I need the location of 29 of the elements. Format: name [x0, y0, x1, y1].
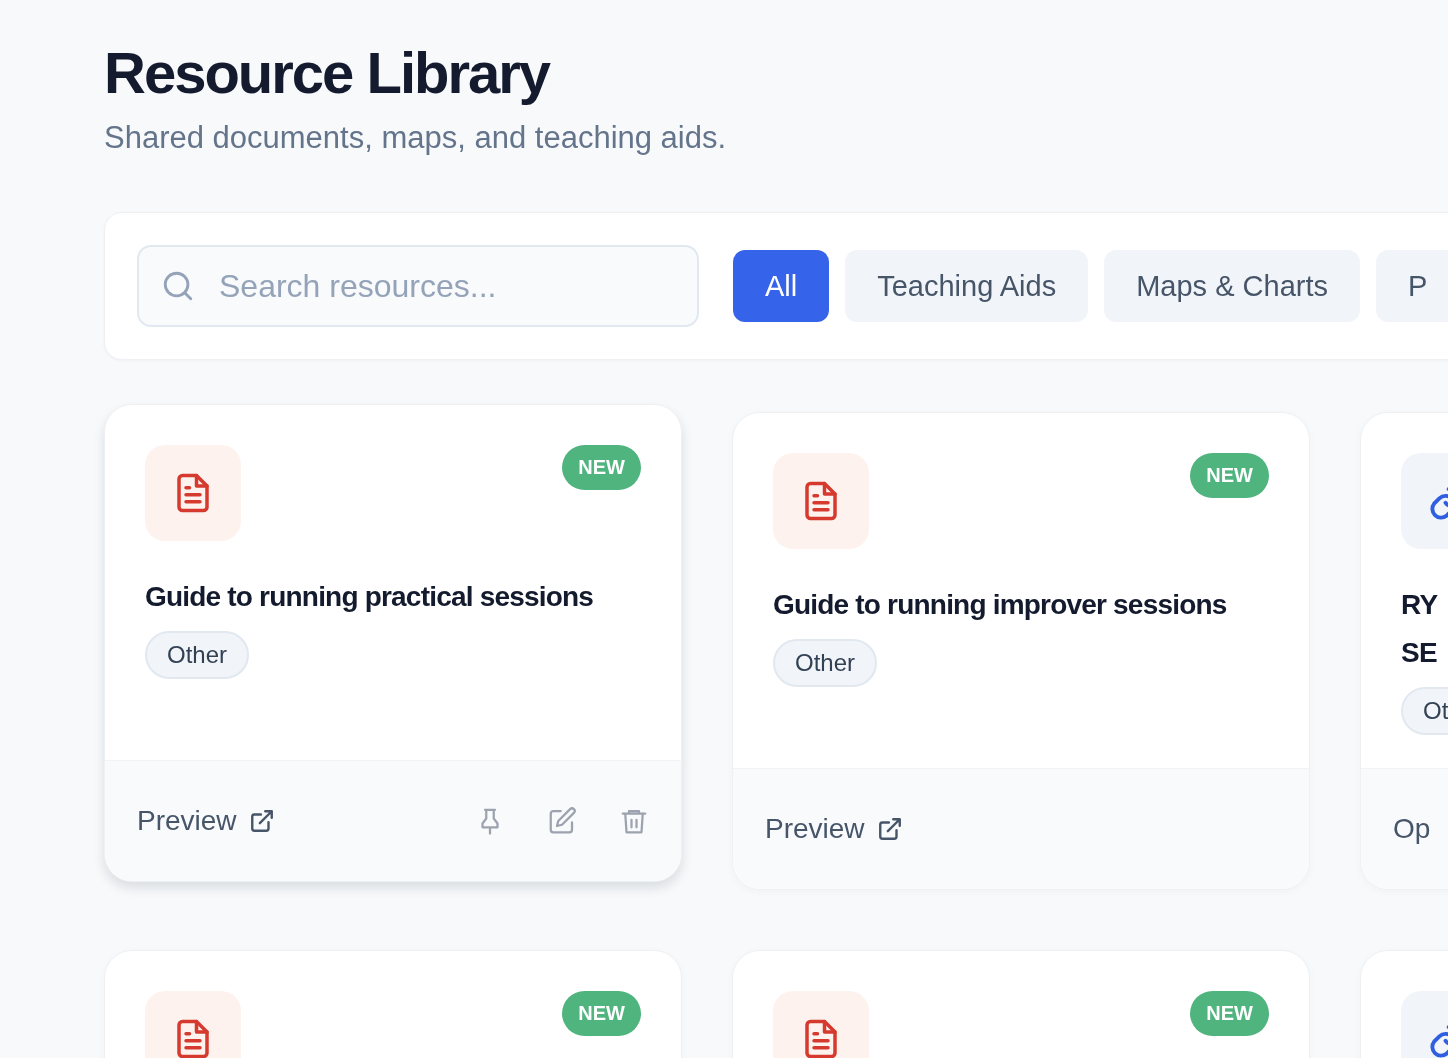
new-badge: NEW [1190, 991, 1269, 1036]
preview-link[interactable]: Preview [765, 813, 865, 845]
preview-link[interactable]: Preview [137, 805, 237, 837]
category-tag: Other [773, 639, 878, 687]
page-subtitle: Shared documents, maps, and teaching aids. [104, 120, 727, 156]
search-field[interactable]: Search resources... [137, 245, 699, 327]
filter-tab[interactable]: All [733, 250, 830, 322]
new-badge: NEW [1190, 453, 1269, 498]
document-icon [145, 445, 241, 541]
new-badge: NEW [562, 991, 641, 1036]
filter-tab[interactable]: P [1376, 250, 1448, 322]
edit-icon[interactable] [547, 806, 577, 836]
external-link-icon [248, 808, 275, 834]
page-title: Resource Library [104, 40, 550, 106]
resource-card[interactable]: RY SE Ot Op [1360, 412, 1448, 890]
card-title: Guide to running improver sessions [773, 588, 1227, 622]
category-tag: Other [145, 631, 250, 679]
document-icon [773, 453, 869, 549]
resource-card[interactable]: NEW Guide to running practical sessions Other Preview [104, 404, 682, 882]
resource-card[interactable]: NEW Guide to running improver sessions Other Preview [732, 412, 1310, 890]
card-title: RY [1401, 588, 1438, 622]
filter-tab[interactable]: Teaching Aids [845, 250, 1089, 322]
filter-tab[interactable]: Maps & Charts [1104, 250, 1360, 322]
card-title: Guide to running practical sessions [145, 580, 594, 614]
card-title: SE [1401, 636, 1437, 670]
category-tag: Ot [1401, 687, 1448, 735]
new-badge: NEW [562, 445, 641, 490]
preview-link[interactable]: Op [1393, 813, 1431, 845]
external-link-icon [876, 816, 903, 842]
